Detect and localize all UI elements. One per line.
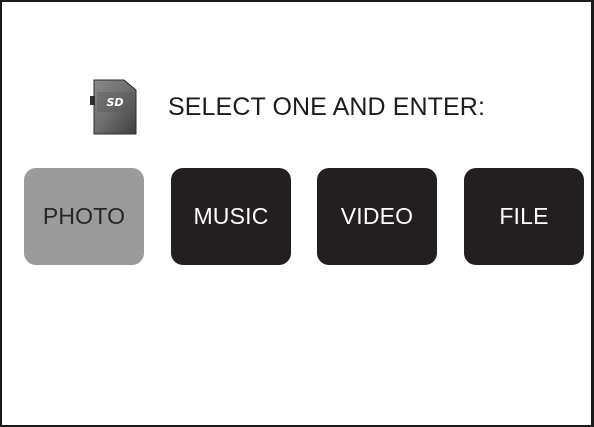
music-button-label: MUSIC (193, 203, 269, 229)
video-button[interactable]: VIDEO (317, 168, 437, 265)
file-button[interactable]: FILE (464, 168, 584, 265)
file-button-label: FILE (499, 203, 549, 229)
music-button[interactable]: MUSIC (171, 168, 291, 265)
media-select-screen: SD SELECT ONE AND ENTER: PHOTO MUSIC VID… (0, 0, 594, 427)
media-menu: PHOTO MUSIC VIDEO FILE (2, 2, 591, 425)
photo-button[interactable]: PHOTO (24, 168, 144, 265)
video-button-label: VIDEO (340, 203, 414, 229)
photo-button-label: PHOTO (42, 203, 126, 229)
